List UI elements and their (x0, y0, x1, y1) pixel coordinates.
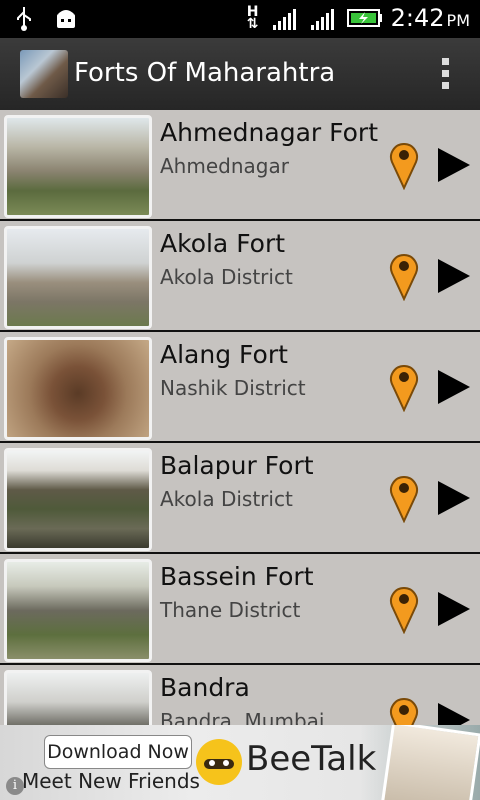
play-arrow-icon[interactable] (436, 257, 472, 295)
fort-thumbnail (4, 448, 152, 551)
fort-location: Akola District (160, 487, 293, 511)
fort-list[interactable]: Ahmednagar Fort Ahmednagar Akola Fort Ak… (0, 110, 480, 725)
fort-location: Bandra, Mumbai (160, 709, 325, 725)
overflow-menu-icon[interactable] (440, 58, 450, 92)
map-pin-icon[interactable] (388, 695, 420, 725)
play-arrow-icon[interactable] (436, 479, 472, 517)
list-item[interactable]: Akola Fort Akola District (0, 221, 480, 332)
signal2-icon (310, 9, 334, 30)
clock-ampm: PM (446, 11, 470, 30)
fort-name: Ahmednagar Fort (160, 118, 378, 147)
fort-name: Akola Fort (160, 229, 286, 258)
ad-phone-image (380, 725, 480, 800)
fort-location: Nashik District (160, 376, 306, 400)
action-bar: Forts Of Maharahtra (0, 38, 480, 111)
network-type: H (246, 4, 259, 20)
map-pin-icon[interactable] (388, 362, 420, 412)
play-arrow-icon[interactable] (436, 368, 472, 406)
signal-icon (272, 9, 296, 30)
list-item[interactable]: Bassein Fort Thane District (0, 554, 480, 665)
android-debug-icon (57, 10, 75, 28)
map-pin-icon[interactable] (388, 140, 420, 190)
usb-icon (17, 7, 31, 31)
clock: 2:42 PM (391, 4, 470, 32)
list-item[interactable]: Alang Fort Nashik District (0, 332, 480, 443)
fort-name: Balapur Fort (160, 451, 314, 480)
list-item[interactable]: Bandra Bandra, Mumbai (0, 665, 480, 725)
map-pin-icon[interactable] (388, 584, 420, 634)
fort-thumbnail (4, 115, 152, 218)
beetalk-logo-icon (196, 739, 242, 785)
fort-name: Bassein Fort (160, 562, 314, 591)
list-item[interactable]: Balapur Fort Akola District (0, 443, 480, 554)
map-pin-icon[interactable] (388, 473, 420, 523)
status-bar: H ⇅ 2:42 PM (0, 0, 480, 38)
play-arrow-icon[interactable] (436, 146, 472, 184)
data-transfer-icon: H ⇅ (246, 4, 259, 32)
fort-thumbnail (4, 337, 152, 440)
fort-thumbnail (4, 226, 152, 329)
ad-tagline: Meet New Friends (22, 769, 200, 793)
play-arrow-icon[interactable] (436, 590, 472, 628)
fort-location: Ahmednagar (160, 154, 289, 178)
list-item[interactable]: Ahmednagar Fort Ahmednagar (0, 110, 480, 221)
app-title: Forts Of Maharahtra (74, 58, 336, 88)
fort-name: Bandra (160, 673, 250, 702)
fort-name: Alang Fort (160, 340, 288, 369)
fort-location: Akola District (160, 265, 293, 289)
ad-download-button[interactable]: Download Now (44, 735, 192, 769)
app-logo[interactable] (20, 50, 68, 98)
ad-info-icon[interactable]: i (6, 777, 24, 795)
play-arrow-icon[interactable] (436, 701, 472, 725)
fort-thumbnail (4, 559, 152, 662)
clock-time: 2:42 (390, 4, 445, 32)
battery-charging-icon (346, 9, 382, 27)
map-pin-icon[interactable] (388, 251, 420, 301)
ad-banner[interactable]: Download Now Meet New Friends BeeTalk i (0, 725, 480, 800)
fort-thumbnail (4, 670, 152, 725)
fort-location: Thane District (160, 598, 301, 622)
ad-brand: BeeTalk (246, 739, 377, 779)
